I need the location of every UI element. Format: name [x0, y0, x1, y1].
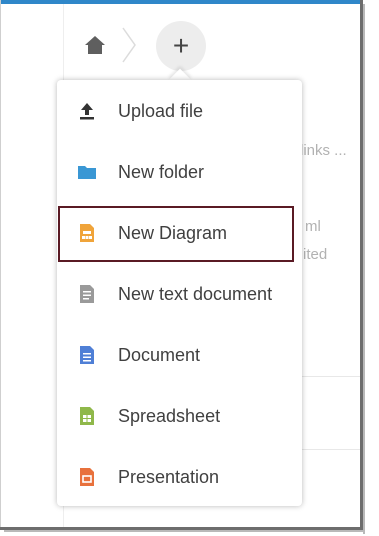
presentation-icon	[77, 467, 97, 487]
menu-item-new-diagram[interactable]: New Diagram	[57, 203, 302, 263]
menu-item-label: Document	[118, 345, 201, 365]
spreadsheet-icon	[77, 406, 97, 426]
menu-item-new-folder[interactable]: New folder	[57, 142, 302, 202]
menu-item-label: New folder	[118, 162, 205, 182]
menu-item-document[interactable]: Document	[57, 325, 302, 385]
text-document-icon	[77, 284, 97, 304]
home-icon[interactable]	[84, 35, 106, 55]
menu-item-presentation[interactable]: Presentation	[57, 447, 302, 507]
menu-item-new-text-document[interactable]: New text document	[57, 264, 302, 324]
upload-icon	[77, 101, 97, 121]
add-new-button[interactable]: +	[156, 21, 206, 71]
folder-icon	[77, 162, 97, 182]
background-text-ml: ml	[305, 218, 321, 235]
frame-shadow-right-outer	[363, 4, 365, 534]
menu-item-label: Upload file	[118, 101, 204, 121]
diagram-icon	[77, 223, 97, 243]
document-icon	[77, 345, 97, 365]
menu-item-label: Spreadsheet	[118, 406, 221, 426]
background-divider	[300, 449, 360, 450]
background-divider	[300, 376, 360, 377]
background-text-ited: ited	[303, 246, 328, 263]
menu-item-label: New Diagram	[118, 223, 228, 243]
menu-item-label: Presentation	[118, 467, 220, 487]
screenshot-frame: + links ... ml ited Upload file New fold…	[0, 0, 379, 536]
top-accent-bar	[0, 0, 360, 4]
frame-shadow-bottom-outer	[4, 530, 365, 532]
background-text-links: links ...	[300, 142, 347, 159]
menu-item-upload-file[interactable]: Upload file	[57, 81, 302, 141]
menu-item-label: New text document	[118, 284, 273, 304]
plus-icon: +	[172, 30, 190, 61]
new-item-menu: Upload file New folder New Diagram New t…	[57, 80, 302, 506]
breadcrumb-separator-icon	[120, 26, 138, 64]
menu-item-spreadsheet[interactable]: Spreadsheet	[57, 386, 302, 446]
left-border	[0, 0, 1, 530]
